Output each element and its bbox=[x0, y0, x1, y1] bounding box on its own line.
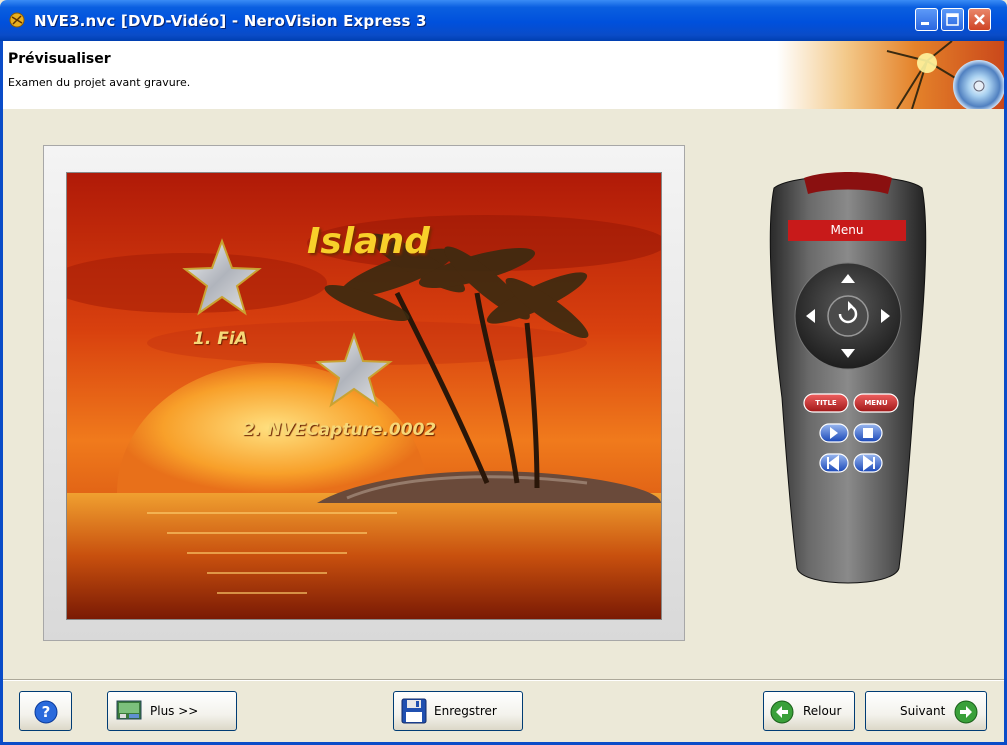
back-button[interactable]: Relour bbox=[763, 691, 855, 731]
close-icon bbox=[974, 14, 985, 25]
more-button[interactable]: Plus >> bbox=[107, 691, 237, 731]
preview-monitor: Island 1. FiA 2. NVECapture.0002 bbox=[43, 145, 685, 641]
help-icon: ? bbox=[34, 700, 58, 724]
help-button[interactable]: ? bbox=[19, 691, 72, 731]
floppy-disk-icon bbox=[401, 698, 427, 724]
maximize-button[interactable] bbox=[941, 8, 964, 31]
dvd-menu-preview[interactable]: Island 1. FiA 2. NVECapture.0002 bbox=[66, 172, 662, 620]
next-arrow-icon bbox=[954, 700, 978, 724]
page-subtitle: Examen du projet avant gravure. bbox=[8, 76, 191, 89]
dvd-menu-item-1[interactable]: 1. FiA bbox=[193, 329, 248, 349]
extras-icon bbox=[116, 700, 142, 720]
remote-menu-label: Menu bbox=[830, 223, 864, 237]
page-title: Prévisualiser bbox=[8, 51, 111, 67]
remote-next-button[interactable] bbox=[854, 454, 882, 472]
next-button-label: Suivant bbox=[900, 704, 946, 718]
minimize-icon bbox=[921, 22, 929, 25]
remote-left-button[interactable] bbox=[798, 291, 826, 341]
footer-divider-highlight bbox=[0, 680, 1007, 681]
window-border-left bbox=[0, 41, 3, 745]
remote-control: Menu TITLE MENU bbox=[764, 168, 932, 594]
more-button-label: Plus >> bbox=[150, 704, 199, 718]
remote-stop-button[interactable] bbox=[854, 424, 882, 442]
remote-title-button[interactable]: TITLE bbox=[806, 395, 846, 411]
remote-up-button[interactable] bbox=[823, 271, 873, 297]
save-button-label: Enregstrer bbox=[434, 704, 497, 718]
remote-prev-button[interactable] bbox=[820, 454, 848, 472]
close-button[interactable] bbox=[968, 8, 991, 31]
back-button-label: Relour bbox=[803, 704, 842, 718]
nerovision-app-icon bbox=[9, 12, 25, 28]
minimize-button[interactable] bbox=[915, 8, 938, 31]
remote-menu-button[interactable]: MENU bbox=[856, 395, 896, 411]
back-arrow-icon bbox=[770, 700, 794, 724]
remote-enter-button[interactable] bbox=[828, 296, 868, 336]
window-title: NVE3.nvc [DVD-Vidéo] - NeroVision Expres… bbox=[34, 12, 427, 30]
remote-down-button[interactable] bbox=[823, 338, 873, 364]
remote-play-button[interactable] bbox=[820, 424, 848, 442]
svg-text:?: ? bbox=[42, 703, 51, 721]
remote-right-button[interactable] bbox=[870, 291, 898, 341]
maximize-icon bbox=[946, 13, 959, 26]
save-button[interactable]: Enregstrer bbox=[393, 691, 523, 731]
dvd-menu-item-2[interactable]: 2. NVECapture.0002 bbox=[243, 420, 436, 440]
page-header: Prévisualiser Examen du projet avant gra… bbox=[0, 41, 1007, 109]
dvd-menu-title: Island bbox=[307, 221, 430, 262]
next-button[interactable]: Suivant bbox=[865, 691, 987, 731]
header-banner-image bbox=[777, 41, 1007, 109]
title-bar: NVE3.nvc [DVD-Vidéo] - NeroVision Expres… bbox=[0, 0, 1007, 41]
